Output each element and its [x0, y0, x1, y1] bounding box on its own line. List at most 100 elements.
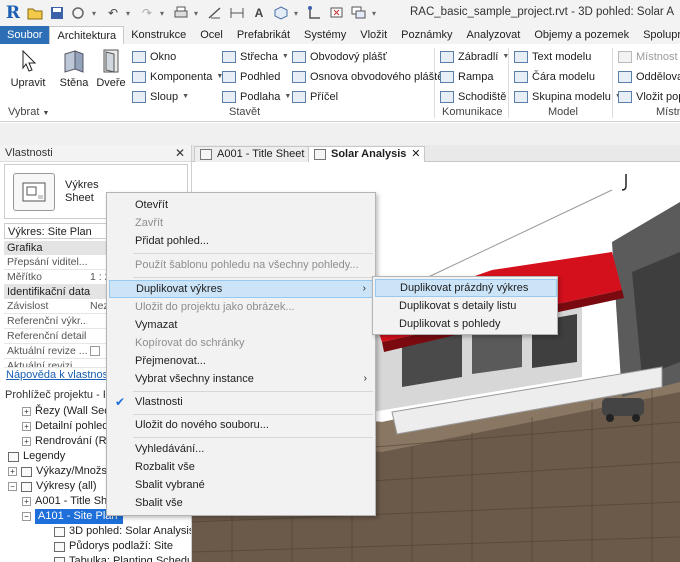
menu-item-apply-template[interactable]: Použít šablonu pohledu na všechny pohled…: [109, 256, 375, 274]
tag-room-button[interactable]: Vložit pop: [618, 88, 680, 106]
tab-analyze[interactable]: Analyzovat: [460, 26, 528, 44]
select-panel-dropdown[interactable]: Vybrat ▼: [8, 106, 49, 118]
revision-checkbox[interactable]: [90, 346, 100, 356]
tree-node[interactable]: Legendy: [8, 449, 65, 464]
undo-dropdown-icon[interactable]: ▾: [126, 9, 134, 18]
menu-item-save-new-file[interactable]: Uložit do nového souboru...: [109, 416, 375, 434]
wall-button[interactable]: Stěna: [54, 48, 94, 89]
text-icon[interactable]: A: [250, 4, 268, 22]
floor-icon: [222, 91, 236, 103]
tab-massing-site[interactable]: Objemy a pozemek: [527, 26, 636, 44]
model-group-button[interactable]: Skupina modelu▼: [514, 88, 622, 106]
menu-item-collapse-all[interactable]: Sbalit vše: [109, 494, 375, 512]
measure-icon[interactable]: [206, 4, 224, 22]
doc-tab-title-sheet[interactable]: A001 - Title Sheet: [194, 146, 324, 162]
menu-item-select-all-instances[interactable]: Vybrat všechny instance ›: [109, 370, 375, 388]
menu-item-rename[interactable]: Přejmenovat...: [109, 352, 375, 370]
menu-item-search[interactable]: Vyhledávání...: [109, 440, 375, 458]
expand-icon[interactable]: +: [8, 467, 17, 476]
tab-collaborate[interactable]: Spolupracovat: [636, 26, 680, 44]
window-icon: [132, 51, 146, 63]
menu-item-add-view[interactable]: Přidat pohled...: [109, 232, 375, 250]
tree-node[interactable]: + Výkazy/Množství: [8, 464, 119, 479]
print-dropdown-icon[interactable]: ▾: [194, 9, 202, 18]
door-button[interactable]: Dveře: [91, 48, 131, 89]
submenu-item-duplicate-with-detailing[interactable]: Duplikovat s detaily listu: [375, 297, 557, 315]
menu-item-properties[interactable]: ✔ Vlastnosti: [109, 393, 375, 411]
dimension-icon[interactable]: [228, 4, 246, 22]
submenu-item-duplicate-with-views[interactable]: Duplikovat s pohledy: [375, 315, 557, 333]
menu-item-collapse-selected[interactable]: Sbalit vybrané: [109, 476, 375, 494]
collapse-icon[interactable]: −: [8, 482, 17, 491]
tree-node[interactable]: 3D pohled: Solar Analysis: [54, 524, 191, 539]
ramp-button[interactable]: Rampa: [440, 68, 493, 86]
tree-node[interactable]: Tabulka: Planting Schedule: [54, 554, 191, 562]
floor-dropdown-icon[interactable]: ▼: [284, 88, 291, 106]
expand-icon[interactable]: +: [22, 422, 31, 431]
column-dropdown-icon[interactable]: ▼: [182, 88, 189, 106]
tab-precast[interactable]: Prefabrikát: [230, 26, 297, 44]
menu-item-save-image[interactable]: Uložit do projektu jako obrázek...: [109, 298, 375, 316]
tab-insert[interactable]: Vložit: [353, 26, 394, 44]
close-tab-icon[interactable]: ✕: [411, 147, 420, 162]
save-icon[interactable]: [48, 4, 66, 22]
properties-help-link[interactable]: Nápověda k vlastnostem: [6, 369, 106, 381]
model-text-button[interactable]: Text modelu: [514, 48, 591, 66]
select-panel-label: Vybrat: [8, 106, 40, 118]
menu-item-copy-clipboard[interactable]: Kopírovat do schránky: [109, 334, 375, 352]
window-button[interactable]: Okno: [132, 48, 176, 66]
floor-button[interactable]: Podlaha ▼: [222, 88, 291, 106]
railing-button[interactable]: Zábradlí ▼: [440, 48, 509, 66]
tree-node[interactable]: Půdorys podlaží: Site: [54, 539, 173, 554]
tab-structure[interactable]: Konstrukce: [124, 26, 193, 44]
redo-dropdown-icon[interactable]: ▾: [160, 9, 168, 18]
model-line-button[interactable]: Čára modelu: [514, 68, 595, 86]
mullion-icon: [292, 91, 306, 103]
sync-icon[interactable]: [70, 4, 88, 22]
tab-annotate[interactable]: Poznámky: [394, 26, 459, 44]
print-icon[interactable]: [172, 4, 190, 22]
menu-item-duplicate-sheet[interactable]: Duplikovat výkres ›: [109, 280, 375, 298]
column-button[interactable]: Sloup ▼: [132, 88, 189, 106]
menu-item-open[interactable]: Otevřít: [109, 196, 375, 214]
close-icon[interactable]: ✕: [175, 145, 185, 162]
curtain-grid-button[interactable]: Osnova obvodového pláště: [292, 68, 443, 86]
customize-toolbar-icon[interactable]: ▾: [372, 9, 380, 18]
menu-item-delete[interactable]: Vymazat: [109, 316, 375, 334]
open-icon[interactable]: [26, 4, 44, 22]
expand-icon[interactable]: +: [22, 437, 31, 446]
section-icon[interactable]: [306, 4, 324, 22]
roof-button[interactable]: Střecha ▼: [222, 48, 289, 66]
tree-node[interactable]: − Výkresy (all): [8, 479, 97, 494]
tab-systems[interactable]: Systémy: [297, 26, 353, 44]
tab-steel[interactable]: Ocel: [193, 26, 230, 44]
expand-icon[interactable]: +: [22, 407, 31, 416]
redo-icon[interactable]: ↷: [138, 4, 156, 22]
submenu-item-duplicate-empty[interactable]: Duplikovat prázdný výkres: [375, 279, 557, 297]
ceiling-button[interactable]: Podhled: [222, 68, 280, 86]
room-button[interactable]: Místnost: [618, 48, 678, 66]
3d-view-dropdown-icon[interactable]: ▾: [294, 9, 302, 18]
sync-dropdown-icon[interactable]: ▾: [92, 9, 100, 18]
undo-icon[interactable]: ↶: [104, 4, 122, 22]
room-separator-button[interactable]: Oddělova: [618, 68, 680, 86]
expand-icon[interactable]: +: [22, 497, 31, 506]
doc-tab-solar-analysis[interactable]: Solar Analysis ✕: [308, 146, 426, 162]
curtain-system-button[interactable]: Obvodový plášť: [292, 48, 387, 66]
roof-dropdown-icon[interactable]: ▼: [282, 48, 289, 66]
tree-node[interactable]: + Detailní pohledy: [22, 419, 114, 434]
3d-view-icon: [54, 526, 65, 537]
menu-item-close[interactable]: Zavřít: [109, 214, 375, 232]
3d-view-icon[interactable]: [272, 4, 290, 22]
stair-button[interactable]: Schodiště: [440, 88, 506, 106]
close-hidden-windows-icon[interactable]: [328, 4, 346, 22]
component-button[interactable]: Komponenta ▼: [132, 68, 223, 86]
collapse-icon[interactable]: −: [22, 512, 31, 521]
revit-logo-icon[interactable]: R: [4, 3, 22, 23]
menu-item-expand-all[interactable]: Rozbalit vše: [109, 458, 375, 476]
tab-file[interactable]: Soubor: [0, 26, 50, 44]
modify-button[interactable]: Upravit: [8, 48, 48, 89]
switch-windows-icon[interactable]: [350, 4, 368, 22]
mullion-button[interactable]: Příčel: [292, 88, 338, 106]
tab-architecture[interactable]: Architektura: [49, 26, 125, 44]
